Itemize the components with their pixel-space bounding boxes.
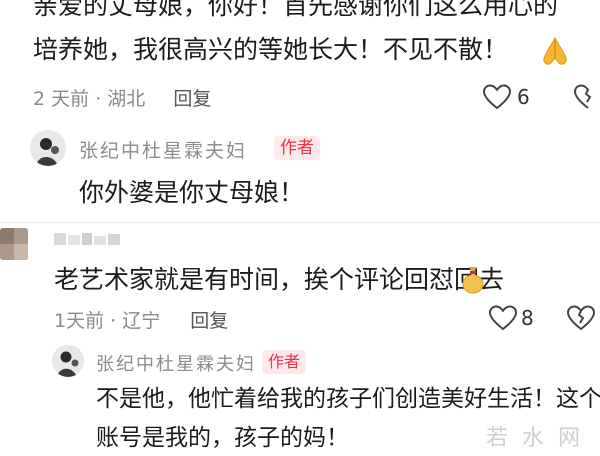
pray-emoji-icon (538, 34, 572, 72)
avatar[interactable] (30, 130, 66, 166)
heart-icon (488, 305, 518, 331)
broken-heart-icon (566, 305, 596, 331)
dislike-button[interactable] (566, 304, 596, 336)
divider (0, 222, 600, 223)
reply-text-line1: 不是他，他忙着给我的孩子们创造美好生活！这个 (96, 386, 600, 412)
author-badge: 作者 (274, 136, 320, 160)
author-name[interactable]: 张纪中杜星霖夫妇 (96, 350, 256, 376)
like-count: 6 (517, 85, 530, 109)
broken-heart-icon (573, 84, 592, 109)
comment-location: 辽宁 (122, 310, 161, 332)
watermark: 若水网 (486, 426, 595, 451)
comment-meta: 1天前 · 辽宁 回复 (54, 310, 229, 332)
comment-time: 2 天前 (33, 88, 90, 110)
heart-icon (482, 84, 512, 110)
money-bag-emoji-icon (460, 264, 486, 298)
comment-text-line1: 亲爱的丈母娘，你好！首先感谢你们这么用心的 (33, 0, 559, 20)
avatar[interactable] (0, 228, 28, 260)
like-count: 8 (521, 306, 534, 330)
reply-text: 你外婆是你丈母娘！ (79, 178, 305, 207)
avatar[interactable] (52, 345, 84, 377)
reply-button[interactable]: 回复 (190, 310, 228, 332)
comment-text-line2: 培养她，我很高兴的等她长大！不见不散！ (33, 35, 509, 64)
dislike-button[interactable] (573, 83, 600, 115)
author-name[interactable]: 张纪中杜星霖夫妇 (79, 136, 247, 163)
comment-text: 老艺术家就是有时间，挨个评论回怼回去 (54, 265, 505, 294)
reply-button[interactable]: 回复 (173, 88, 211, 110)
author-badge: 作者 (262, 350, 307, 374)
reply-text-line2: 账号是我的，孩子的妈！ (96, 425, 349, 451)
blurred-username (54, 232, 124, 246)
like-button[interactable] (482, 83, 512, 115)
comment-location: 湖北 (107, 88, 146, 110)
comment-time: 1天前 (54, 310, 105, 332)
like-button[interactable] (488, 304, 518, 336)
comment-meta: 2 天前 · 湖北 回复 (33, 88, 212, 110)
